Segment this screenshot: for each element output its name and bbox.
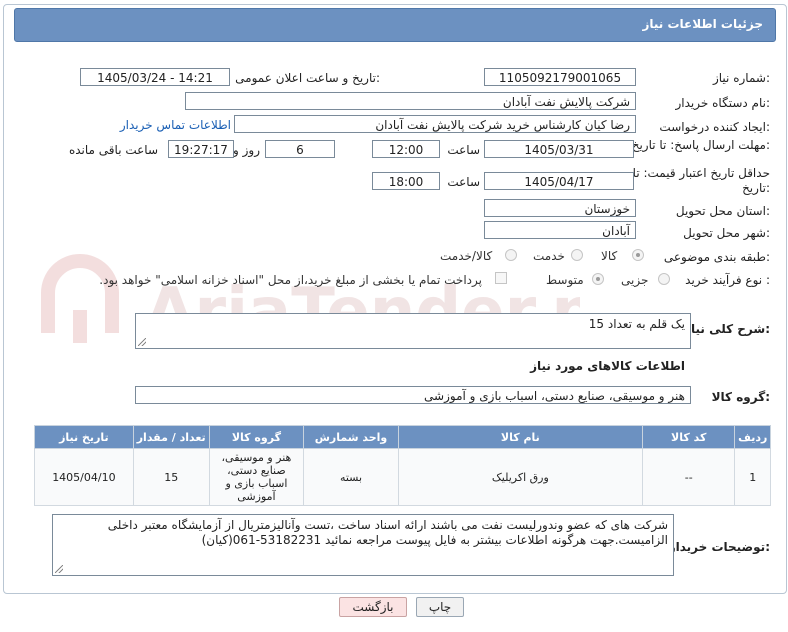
cell-goods-name: ورق اکریلیک [397, 448, 643, 506]
category-option-goods: کالا [601, 249, 618, 263]
price-validity-time-field: 18:00 [372, 172, 440, 190]
buyer-notes-label: توضیحات خریدار: [668, 540, 770, 554]
announce-datetime-label: تاریخ و ساعت اعلان عمومی: [235, 71, 380, 85]
need-number-label: شماره نیاز: [712, 71, 770, 85]
reply-deadline-label: مهلت ارسال پاسخ: تا تاریخ: [631, 138, 770, 152]
category-radio-goods[interactable] [632, 249, 644, 261]
resize-grip-icon[interactable] [55, 565, 63, 573]
days-label: روز و [233, 143, 260, 157]
back-button[interactable]: بازگشت [339, 597, 407, 617]
reply-date-field: 1405/03/31 [484, 140, 634, 158]
goods-info-heading: اطلاعات کالاهای مورد نیاز [530, 359, 685, 373]
cell-goods-group: هنر و موسیقی، صنایع دستی، اسباب بازی و آ… [208, 448, 305, 506]
reply-time-field: 12:00 [372, 140, 440, 158]
title-bar: جزئیات اطلاعات نیاز [14, 8, 776, 42]
print-button[interactable]: چاپ [416, 597, 464, 617]
header-quantity: تعداد / مقدار [132, 425, 210, 449]
buyer-org-field: شرکت پالایش نفت آبادان [185, 92, 636, 110]
process-option-minor: جزیی [621, 273, 649, 287]
requester-label: ایجاد کننده درخواست: [659, 120, 770, 134]
header-goods-group: گروه کالا [208, 425, 305, 449]
table-row: 1 -- ورق اکریلیک بسته هنر و موسیقی، صنای… [34, 448, 771, 506]
header-goods-name: نام کالا [397, 425, 643, 449]
cell-need-date: 1405/04/10 [34, 448, 134, 506]
overall-description-text: یک قلم به تعداد 15 [588, 317, 685, 331]
announce-datetime-field: 1405/03/24 - 14:21 [80, 68, 230, 86]
category-option-goods-service: کالا/خدمت [440, 249, 493, 263]
remaining-days-field: 6 [265, 140, 335, 158]
category-label: طبقه بندی موضوعی: [663, 250, 770, 264]
goods-table: ردیف کد کالا نام کالا واحد شمارش گروه کا… [34, 425, 771, 506]
overall-description-field: یک قلم به تعداد 15 [135, 313, 691, 349]
process-option-medium: متوسط [546, 273, 584, 287]
requester-field: رضا کیان کارشناس خرید شرکت پالایش نفت آب… [234, 115, 636, 133]
price-validity-time-label: ساعت [447, 175, 480, 189]
header-row-number: ردیف [734, 425, 771, 449]
cell-unit: بسته [303, 448, 399, 506]
remaining-time-field: 19:27:17 [168, 140, 234, 158]
cell-quantity: 15 [132, 448, 210, 506]
remaining-label: ساعت باقی مانده [68, 143, 158, 157]
treasury-payment-checkbox[interactable] [495, 272, 507, 284]
buyer-notes-text: شرکت های که عضو وندورلیست نفت می باشند ا… [107, 518, 668, 547]
delivery-city-label: شهر محل تحویل: [683, 226, 770, 240]
purchase-process-label: نوع فرآیند خرید : [685, 273, 770, 287]
cell-row-number: 1 [734, 448, 771, 506]
cell-goods-code: -- [641, 448, 736, 506]
category-radio-goods-service[interactable] [505, 249, 517, 261]
delivery-province-label: استان محل تحویل: [675, 204, 770, 218]
resize-grip-icon[interactable] [138, 338, 146, 346]
contact-info-link[interactable]: اطلاعات تماس خریدار [120, 118, 231, 132]
process-radio-medium[interactable] [592, 273, 604, 285]
category-radio-service[interactable] [571, 249, 583, 261]
process-radio-minor[interactable] [658, 273, 670, 285]
need-number-field: 1105092179001065 [484, 68, 636, 86]
header-need-date: تاریخ نیاز [34, 425, 134, 449]
header-goods-code: کد کالا [641, 425, 736, 449]
overall-description-label: شرح کلی نیاز: [684, 322, 770, 336]
reply-time-label: ساعت [447, 143, 480, 157]
category-option-service: خدمت [533, 249, 565, 263]
buyer-org-label: نام دستگاه خریدار: [675, 96, 771, 110]
buyer-notes-field: شرکت های که عضو وندورلیست نفت می باشند ا… [52, 514, 674, 576]
delivery-city-field: آبادان [484, 221, 636, 239]
goods-group-field: هنر و موسیقی، صنایع دستی، اسباب بازی و آ… [135, 386, 691, 404]
page-title: جزئیات اطلاعات نیاز [642, 17, 763, 31]
price-validity-date-field: 1405/04/17 [484, 172, 634, 190]
goods-group-label: گروه کالا: [711, 390, 770, 404]
treasury-payment-note: پرداخت تمام یا بخشی از مبلغ خرید،از محل … [99, 273, 482, 287]
price-validity-label: حداقل تاریخ اعتبار قیمت: تا تاریخ: [632, 166, 770, 195]
header-unit: واحد شمارش [303, 425, 399, 449]
delivery-province-field: خوزستان [484, 199, 636, 217]
